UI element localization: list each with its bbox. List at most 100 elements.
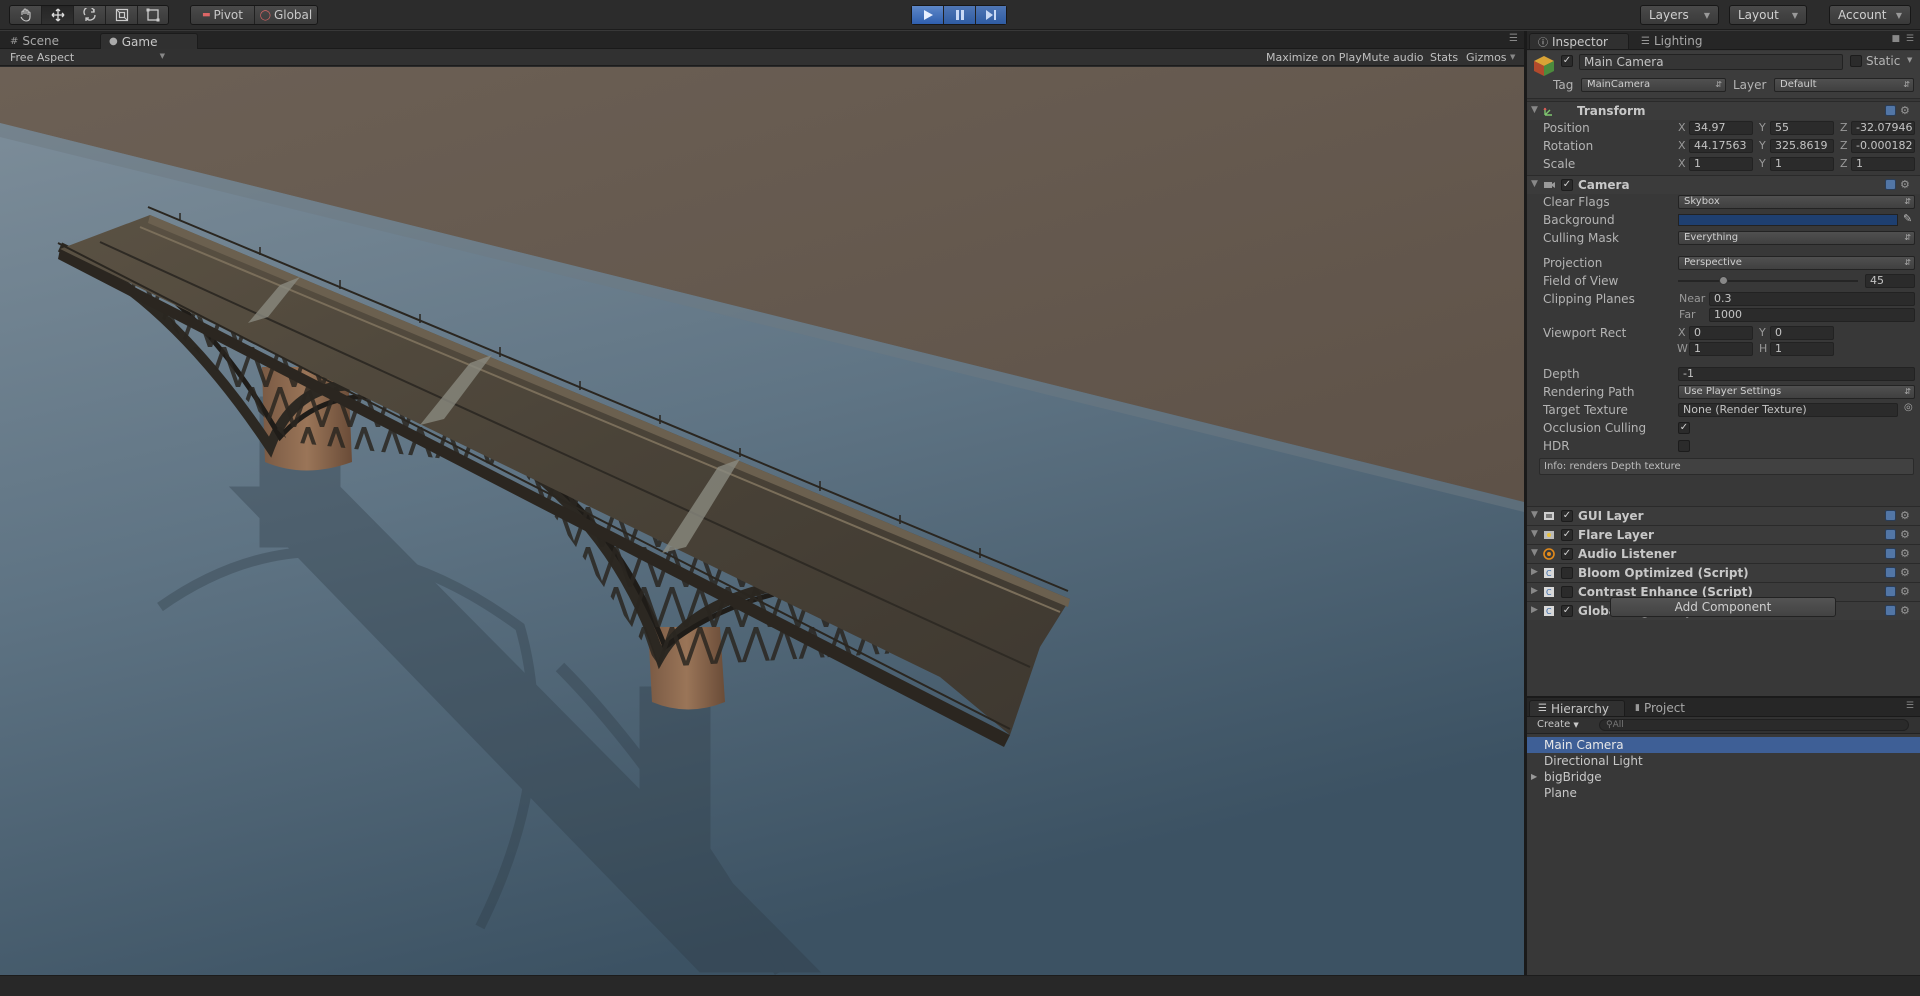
- viewport-y-field[interactable]: 0: [1770, 326, 1834, 340]
- background-color-swatch[interactable]: [1678, 214, 1898, 226]
- audio-listener-enabled-checkbox[interactable]: ✓: [1561, 548, 1573, 560]
- hierarchy-item[interactable]: ▶ bigBridge: [1527, 769, 1920, 785]
- chevron-down-icon[interactable]: ▼: [1907, 56, 1912, 64]
- gear-icon[interactable]: ⚙: [1900, 605, 1912, 617]
- fov-value-field[interactable]: 45: [1865, 274, 1915, 288]
- panel-menu-icon[interactable]: ☰: [1906, 34, 1914, 44]
- flare-layer-header[interactable]: ▼ ✓ Flare Layer ⚙: [1527, 525, 1920, 544]
- viewport-x-field[interactable]: 0: [1689, 326, 1753, 340]
- culling-mask-dropdown[interactable]: Everything ⇵: [1678, 231, 1915, 245]
- object-active-checkbox[interactable]: ✓: [1561, 55, 1573, 67]
- global-toggle[interactable]: ◯ Global: [255, 6, 317, 24]
- panel-menu-icon[interactable]: ☰: [1509, 33, 1518, 44]
- stats-toggle[interactable]: Stats: [1430, 51, 1458, 64]
- aspect-dropdown[interactable]: Free Aspect ▼: [10, 51, 165, 64]
- object-picker-icon[interactable]: ◎: [1904, 402, 1913, 413]
- foldout-icon[interactable]: ▼: [1531, 529, 1538, 539]
- foldout-icon[interactable]: ▶: [1531, 567, 1538, 577]
- rotation-x-field[interactable]: 44.17563: [1689, 139, 1753, 153]
- global-fog-enabled-checkbox[interactable]: ✓: [1561, 605, 1573, 617]
- rendering-path-dropdown[interactable]: Use Player Settings ⇵: [1678, 385, 1915, 399]
- help-icon[interactable]: [1885, 548, 1896, 559]
- foldout-icon[interactable]: ▶: [1531, 586, 1538, 596]
- pivot-toggle[interactable]: ▬ Pivot: [191, 6, 255, 24]
- object-name-field[interactable]: Main Camera: [1579, 54, 1843, 70]
- add-component-button[interactable]: Add Component: [1610, 597, 1836, 617]
- scale-z-field[interactable]: 1: [1851, 157, 1915, 171]
- gear-icon[interactable]: ⚙: [1900, 567, 1912, 579]
- gear-icon[interactable]: ⚙: [1900, 586, 1912, 598]
- position-y-field[interactable]: 55: [1770, 121, 1834, 135]
- gear-icon[interactable]: ⚙: [1900, 179, 1912, 191]
- mute-audio-toggle[interactable]: Mute audio: [1362, 51, 1424, 64]
- tab-hierarchy[interactable]: ☰ Hierarchy: [1529, 700, 1625, 716]
- layout-dropdown[interactable]: Layout ▼: [1729, 5, 1807, 25]
- viewport-w-field[interactable]: 1: [1689, 342, 1753, 356]
- fov-slider-track[interactable]: [1678, 280, 1858, 282]
- rect-tool-button[interactable]: [138, 6, 168, 24]
- maximize-on-play-toggle[interactable]: Maximize on Play: [1266, 51, 1362, 64]
- foldout-icon[interactable]: ▼: [1531, 105, 1538, 115]
- clear-flags-dropdown[interactable]: Skybox ⇵: [1678, 195, 1915, 209]
- play-button[interactable]: [912, 6, 944, 24]
- layer-dropdown[interactable]: Default ⇵: [1774, 78, 1914, 92]
- tab-lighting[interactable]: ☰ Lighting: [1633, 33, 1733, 49]
- game-viewport[interactable]: [0, 67, 1524, 975]
- help-icon[interactable]: [1885, 605, 1896, 616]
- gear-icon[interactable]: ⚙: [1900, 510, 1912, 522]
- rotation-z-field[interactable]: -0.000182: [1851, 139, 1915, 153]
- help-icon[interactable]: [1885, 179, 1896, 190]
- gui-layer-header[interactable]: ▼ ✓ GUI Layer ⚙: [1527, 506, 1920, 525]
- create-dropdown[interactable]: Create ▼: [1537, 719, 1579, 730]
- tag-dropdown[interactable]: MainCamera ⇵: [1581, 78, 1726, 92]
- gear-icon[interactable]: ⚙: [1900, 105, 1912, 117]
- camera-header[interactable]: ▼ ✓ Camera ⚙: [1527, 175, 1920, 194]
- far-field[interactable]: 1000: [1709, 308, 1915, 322]
- foldout-icon[interactable]: ▼: [1531, 548, 1538, 558]
- contrast-enhance-enabled-checkbox[interactable]: [1561, 586, 1573, 598]
- tab-game[interactable]: ● Game: [100, 33, 198, 49]
- flare-layer-enabled-checkbox[interactable]: ✓: [1561, 529, 1573, 541]
- tab-inspector[interactable]: ⓘ Inspector: [1529, 33, 1629, 49]
- hierarchy-search[interactable]: ⚲All: [1599, 719, 1909, 731]
- transform-header[interactable]: ▼ Transform ⚙: [1527, 101, 1920, 120]
- gear-icon[interactable]: ⚙: [1900, 529, 1912, 541]
- panel-menu-icon[interactable]: ☰: [1906, 701, 1914, 711]
- gizmos-toggle[interactable]: Gizmos: [1466, 51, 1507, 64]
- eyedropper-icon[interactable]: ✎: [1903, 212, 1912, 225]
- help-icon[interactable]: [1885, 586, 1896, 597]
- move-tool-button[interactable]: [42, 6, 74, 24]
- hand-tool-button[interactable]: [10, 6, 42, 24]
- position-x-field[interactable]: 34.97: [1689, 121, 1753, 135]
- foldout-icon[interactable]: ▼: [1531, 510, 1538, 520]
- viewport-h-field[interactable]: 1: [1770, 342, 1834, 356]
- projection-dropdown[interactable]: Perspective ⇵: [1678, 256, 1915, 270]
- camera-enabled-checkbox[interactable]: ✓: [1561, 179, 1573, 191]
- hdr-checkbox[interactable]: [1678, 440, 1690, 452]
- layers-dropdown[interactable]: Layers ▼: [1640, 5, 1719, 25]
- tab-project[interactable]: ▮ Project: [1627, 700, 1723, 716]
- account-dropdown[interactable]: Account ▼: [1829, 5, 1911, 25]
- audio-listener-header[interactable]: ▼ ✓ Audio Listener ⚙: [1527, 544, 1920, 563]
- target-texture-field[interactable]: None (Render Texture): [1678, 403, 1898, 417]
- scale-y-field[interactable]: 1: [1770, 157, 1834, 171]
- static-checkbox[interactable]: [1850, 55, 1862, 67]
- help-icon[interactable]: [1885, 510, 1896, 521]
- gear-icon[interactable]: ⚙: [1900, 548, 1912, 560]
- foldout-icon[interactable]: ▼: [1531, 179, 1538, 189]
- position-z-field[interactable]: -32.07946: [1851, 121, 1915, 135]
- scale-tool-button[interactable]: [106, 6, 138, 24]
- scale-x-field[interactable]: 1: [1689, 157, 1753, 171]
- occlusion-culling-checkbox[interactable]: ✓: [1678, 422, 1690, 434]
- near-field[interactable]: 0.3: [1709, 292, 1915, 306]
- foldout-icon[interactable]: ▶: [1531, 605, 1538, 615]
- gui-layer-enabled-checkbox[interactable]: ✓: [1561, 510, 1573, 522]
- help-icon[interactable]: [1885, 105, 1896, 116]
- bloom-optimized-enabled-checkbox[interactable]: [1561, 567, 1573, 579]
- chevron-down-icon[interactable]: ▼: [1510, 53, 1515, 61]
- step-button[interactable]: [976, 6, 1006, 24]
- lock-icon[interactable]: ■: [1891, 34, 1900, 44]
- bloom-optimized-header[interactable]: ▶ C Bloom Optimized (Script) ⚙: [1527, 563, 1920, 582]
- rotate-tool-button[interactable]: [74, 6, 106, 24]
- pause-button[interactable]: [944, 6, 976, 24]
